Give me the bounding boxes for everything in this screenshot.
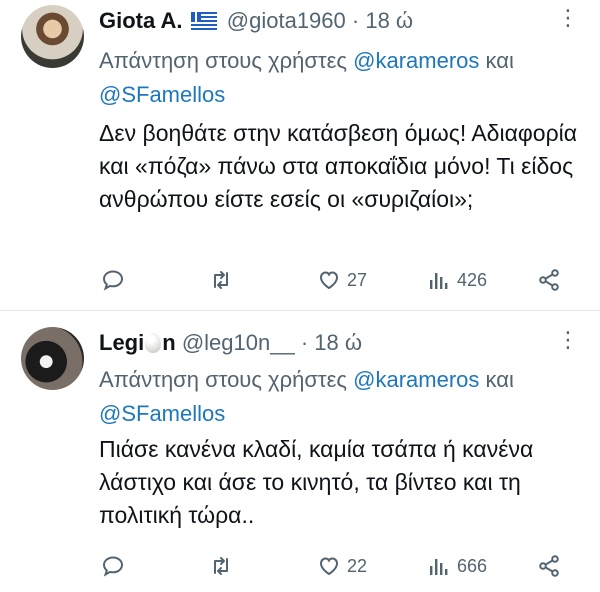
action-bar: 27 426	[99, 265, 569, 295]
views-icon	[430, 559, 448, 575]
action-bar: 22 666	[99, 551, 569, 581]
like-button[interactable]: 22	[317, 551, 367, 581]
tweet-header: Legi n @leg10n__ · 18 ώ	[99, 329, 362, 357]
like-button[interactable]: 27	[317, 265, 367, 295]
separator: ·	[300, 330, 309, 355]
retweet-button[interactable]	[209, 551, 233, 581]
timestamp[interactable]: 18 ώ	[314, 330, 362, 355]
reply-prefix: Απάντηση στους χρήστες	[99, 367, 348, 392]
reply-button[interactable]	[101, 265, 125, 295]
user-handle[interactable]: @giota1960	[227, 8, 346, 33]
reply-prefix: Απάντηση στους χρήστες	[99, 48, 348, 73]
reply-context: Απάντηση στους χρήστες @karameros και @S…	[99, 363, 569, 431]
more-icon[interactable]: ⋮	[557, 327, 580, 353]
egg-emoji-icon	[145, 333, 162, 353]
more-icon[interactable]: ⋮	[557, 5, 580, 31]
display-name[interactable]: Legi n	[99, 330, 176, 355]
share-icon	[539, 269, 559, 291]
like-count: 27	[347, 269, 368, 290]
reply-context: Απάντηση στους χρήστες @karameros και @S…	[99, 44, 569, 112]
conjunction: και	[485, 48, 514, 73]
tweet-text: Πιάσε κανένα κλαδί, καμία τσάπα ή κανένα…	[99, 436, 534, 528]
timestamp[interactable]: 18 ώ	[365, 8, 413, 33]
reply-icon	[102, 556, 124, 577]
views-icon	[430, 273, 448, 289]
views-count: 666	[457, 555, 488, 576]
reply-icon	[102, 270, 124, 291]
share-icon	[539, 555, 559, 577]
mention-link[interactable]: @SFamellos	[99, 401, 225, 426]
retweet-button[interactable]	[209, 265, 233, 295]
heart-icon	[319, 557, 339, 576]
mention-link[interactable]: @karameros	[353, 367, 479, 392]
conjunction: και	[485, 367, 514, 392]
like-count: 22	[347, 555, 368, 576]
name-part: Legi	[99, 330, 145, 355]
retweet-icon	[214, 557, 228, 575]
mention-link[interactable]: @karameros	[353, 48, 479, 73]
views-count: 426	[457, 269, 488, 290]
display-name[interactable]: Giota A.	[99, 8, 183, 33]
greek-flag-icon	[190, 12, 217, 30]
name-part: n	[162, 330, 176, 355]
tweet[interactable]: Giota A. @giota1960 · 18 ώ ⋮ Απάντηση στ…	[0, 0, 600, 310]
user-handle[interactable]: @leg10n__	[182, 330, 295, 355]
avatar[interactable]	[21, 327, 84, 390]
mention-link[interactable]: @SFamellos	[99, 82, 225, 107]
avatar[interactable]	[21, 5, 84, 68]
heart-icon	[319, 271, 339, 290]
tweet-header: Giota A. @giota1960 · 18 ώ	[99, 7, 413, 35]
views-button[interactable]: 666	[427, 551, 487, 581]
separator: ·	[351, 8, 360, 33]
share-button[interactable]	[537, 551, 561, 581]
share-button[interactable]	[537, 265, 561, 295]
retweet-icon	[214, 271, 228, 289]
tweet[interactable]: Legi n @leg10n__ · 18 ώ ⋮ Απάντηση στους …	[0, 311, 600, 592]
tweet-text: Δεν βοηθάτε στην κατάσβεση όμως! Αδιαφορ…	[99, 120, 578, 212]
views-button[interactable]: 426	[427, 265, 487, 295]
reply-button[interactable]	[101, 551, 125, 581]
